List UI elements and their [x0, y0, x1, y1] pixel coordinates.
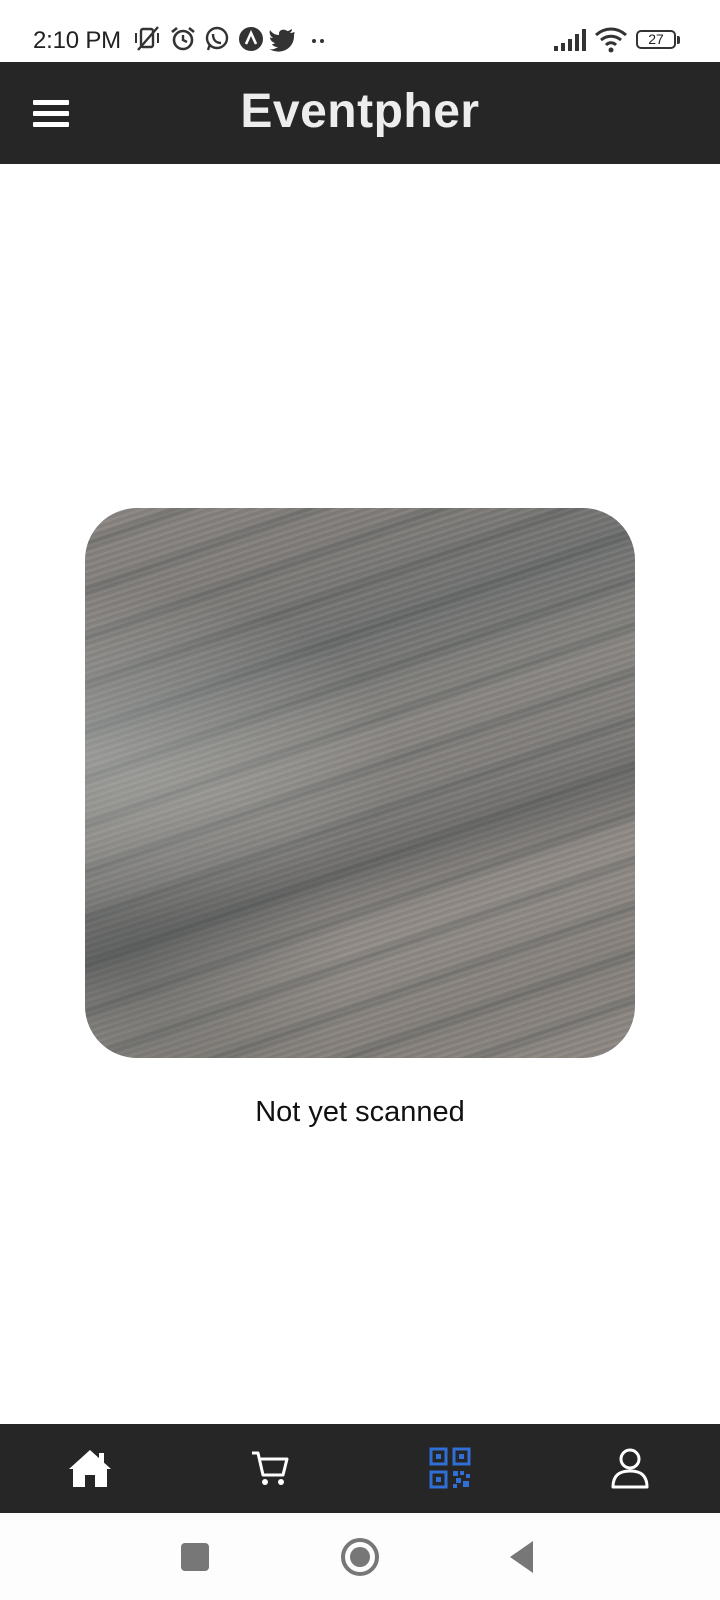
app-title: Eventpher	[240, 85, 480, 138]
nav-qr-scan[interactable]	[420, 1438, 480, 1498]
camera-scanner-preview[interactable]	[85, 508, 635, 1058]
vibrate-off-icon	[135, 26, 159, 51]
recents-icon[interactable]	[173, 1535, 217, 1579]
status-time: 2:10 PM	[33, 27, 121, 54]
alarm-icon	[171, 26, 195, 51]
back-icon[interactable]	[502, 1535, 546, 1579]
bottom-navigation	[0, 1424, 720, 1513]
profile-icon	[611, 1448, 649, 1489]
more-dots-icon	[312, 39, 324, 43]
signal-icon	[554, 29, 586, 51]
nav-home[interactable]	[60, 1438, 120, 1498]
qr-code-icon	[429, 1447, 471, 1489]
whatsapp-icon	[205, 26, 229, 51]
battery-icon: 27	[636, 30, 680, 49]
nav-cart[interactable]	[240, 1438, 300, 1498]
cart-icon	[252, 1451, 289, 1485]
app-icon	[239, 27, 263, 51]
wifi-icon	[595, 27, 627, 53]
scan-status-text: Not yet scanned	[255, 1096, 465, 1128]
twitter-icon	[269, 29, 295, 52]
status-bar: 2:10 PM 27	[0, 0, 720, 62]
home-circle-icon[interactable]	[338, 1535, 382, 1579]
home-icon	[69, 1450, 111, 1487]
system-navigation-bar	[0, 1513, 720, 1600]
app-header: Eventpher	[0, 62, 720, 164]
nav-profile[interactable]	[600, 1438, 660, 1498]
